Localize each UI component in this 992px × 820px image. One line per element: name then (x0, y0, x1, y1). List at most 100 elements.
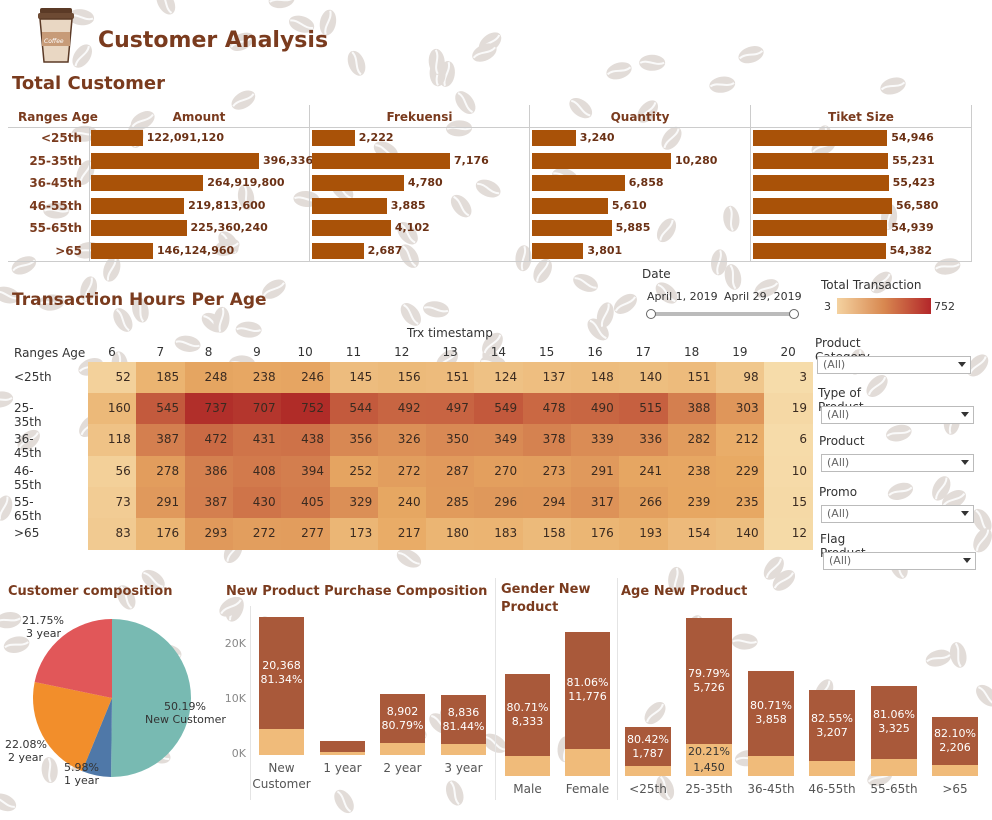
row-header-divider (89, 127, 90, 261)
quantity-bar-label: 10,280 (675, 153, 718, 167)
filter-value: (All) (829, 554, 852, 567)
amount-bar-label: 219,813,600 (188, 198, 266, 212)
legend-title: Total Transaction (821, 278, 922, 292)
frekuensi-bar-label: 2,687 (367, 243, 403, 257)
heatmap-hour-header: 6 (108, 345, 116, 359)
heatmap-cell: 438 (281, 424, 330, 457)
heatmap-cell: 160 (88, 393, 137, 425)
filter-value: (All) (827, 456, 850, 469)
gender-new-product-title: Gender New Product (501, 582, 591, 615)
filter-dropdown-flag-product[interactable]: (All) (823, 552, 976, 570)
heatmap-row-label: <25th (14, 370, 52, 384)
heatmap-cell: 176 (571, 518, 620, 550)
heatmap-cell: 326 (377, 424, 427, 457)
heatmap-cell: 478 (522, 393, 572, 425)
quantity-bar-label: 5,885 (615, 221, 651, 234)
frekuensi-bar-label: 2,222 (358, 131, 394, 144)
heatmap-row-header: Ranges Age (14, 346, 86, 360)
column-header-amount: Amount (172, 110, 226, 124)
heatmap-cell: 246 (281, 362, 330, 394)
amount-bar-label: 122,091,120 (146, 131, 224, 144)
heatmap-cell: 291 (136, 486, 186, 519)
heatmap-cell: 272 (232, 518, 282, 550)
heatmap-cell: 350 (426, 424, 475, 457)
date-end: April 29, 2019 (724, 290, 802, 303)
quantity-bar (532, 130, 576, 146)
pie-slice-pct-label: 22.08% (5, 738, 47, 751)
filter-dropdown-product[interactable]: (All) (821, 454, 974, 472)
gender-divider (495, 578, 496, 800)
chevron-down-icon (961, 511, 969, 516)
column-header-quantity: Quantity (610, 110, 670, 124)
total-customer-row-label: <25th (40, 131, 82, 145)
npp-y-tick: 0K (231, 747, 246, 760)
amount-bar-label: 146,124,960 (156, 243, 235, 257)
quantity-bar-label: 6,858 (628, 176, 664, 189)
heatmap-cell: 15 (764, 486, 813, 519)
filter-value: (All) (827, 507, 850, 520)
npp-y-tick: 10K (224, 692, 246, 705)
date-slider-start-handle[interactable] (646, 309, 656, 319)
filter-dropdown-product-category[interactable]: (All) (817, 356, 971, 374)
total-customer-row-label: 46-55th (29, 198, 82, 213)
total-customer-row-label: 36-45th (29, 176, 82, 190)
heatmap-hour-header: 7 (156, 345, 165, 359)
customer-composition-title: Customer composition (8, 584, 173, 599)
frekuensi-bar (312, 242, 364, 259)
date-slider-end-handle[interactable] (789, 309, 799, 319)
age-bar-label: 1,787 (632, 746, 664, 760)
date-start: April 1, 2019 (647, 290, 718, 303)
heatmap-cell: 10 (764, 455, 813, 488)
tiket_size-bar-label: 56,580 (896, 198, 939, 212)
heatmap-cell: 3 (764, 362, 813, 394)
total-customer-title: Total Customer (12, 73, 165, 94)
quantity-bar (532, 152, 671, 169)
heatmap-cell: 248 (184, 362, 234, 394)
heatmap-cell: 430 (232, 486, 282, 519)
heatmap-axis-title: Trx timestamp (407, 326, 493, 340)
chevron-down-icon (961, 460, 969, 465)
heatmap-cell: 544 (329, 393, 379, 425)
heatmap-cell: 293 (184, 518, 234, 550)
amount-bar (91, 242, 153, 259)
filter-dropdown-promo[interactable]: (All) (821, 505, 974, 523)
pie-slice-pct-label: 5.98% (64, 761, 99, 774)
heatmap-cell: 329 (329, 486, 379, 519)
heatmap-hour-header: 10 (297, 345, 313, 359)
customer-composition-pie: 50.19%New Customer 5.98%1 year 22.08%2 yea… (5, 614, 226, 787)
heatmap-cell: 394 (281, 455, 330, 488)
frekuensi-bar (312, 220, 391, 236)
frekuensi-bar (312, 130, 355, 146)
age-divider (617, 578, 618, 800)
heatmap-cell: 707 (232, 393, 282, 425)
heatmap-cell: 158 (522, 518, 572, 550)
amount-bar (91, 197, 185, 214)
heatmap-hour-header: 13 (442, 345, 458, 359)
frekuensi-bar (312, 152, 450, 169)
heatmap-cell: 266 (619, 486, 669, 519)
heatmap-cell: 241 (619, 455, 669, 488)
date-slider-track[interactable] (651, 312, 795, 316)
heatmap-cell: 145 (329, 362, 379, 394)
heatmap-hour-header: 19 (732, 345, 748, 359)
total-customer-row-label: >65 (55, 243, 82, 258)
age-bar-label: 82.55% (811, 711, 853, 725)
amount-bar (91, 175, 204, 191)
heatmap-hour-header: 18 (683, 345, 700, 359)
heatmap-cell: 490 (571, 393, 620, 425)
heatmap-cell: 303 (715, 393, 765, 425)
heatmap-cell: 285 (426, 486, 475, 519)
column-divider (750, 105, 751, 261)
pie-slice-name-label: 1 year (64, 774, 100, 787)
tiket_size-bar (753, 197, 892, 214)
ranges-age-header: Ranges Age (18, 110, 98, 124)
heatmap-hour-header: 16 (587, 345, 603, 359)
heatmap-hour-header: 15 (539, 345, 555, 359)
heatmap-cell: 294 (522, 486, 572, 519)
heatmap-cell: 515 (619, 393, 669, 425)
heatmap-row-label: >65 (14, 526, 40, 540)
heatmap-cell: 282 (667, 424, 717, 457)
tiket_size-bar-label: 55,231 (892, 153, 935, 167)
filter-dropdown-type-of-product[interactable]: (All) (821, 406, 974, 424)
frekuensi-bar-label: 4,780 (407, 176, 443, 189)
